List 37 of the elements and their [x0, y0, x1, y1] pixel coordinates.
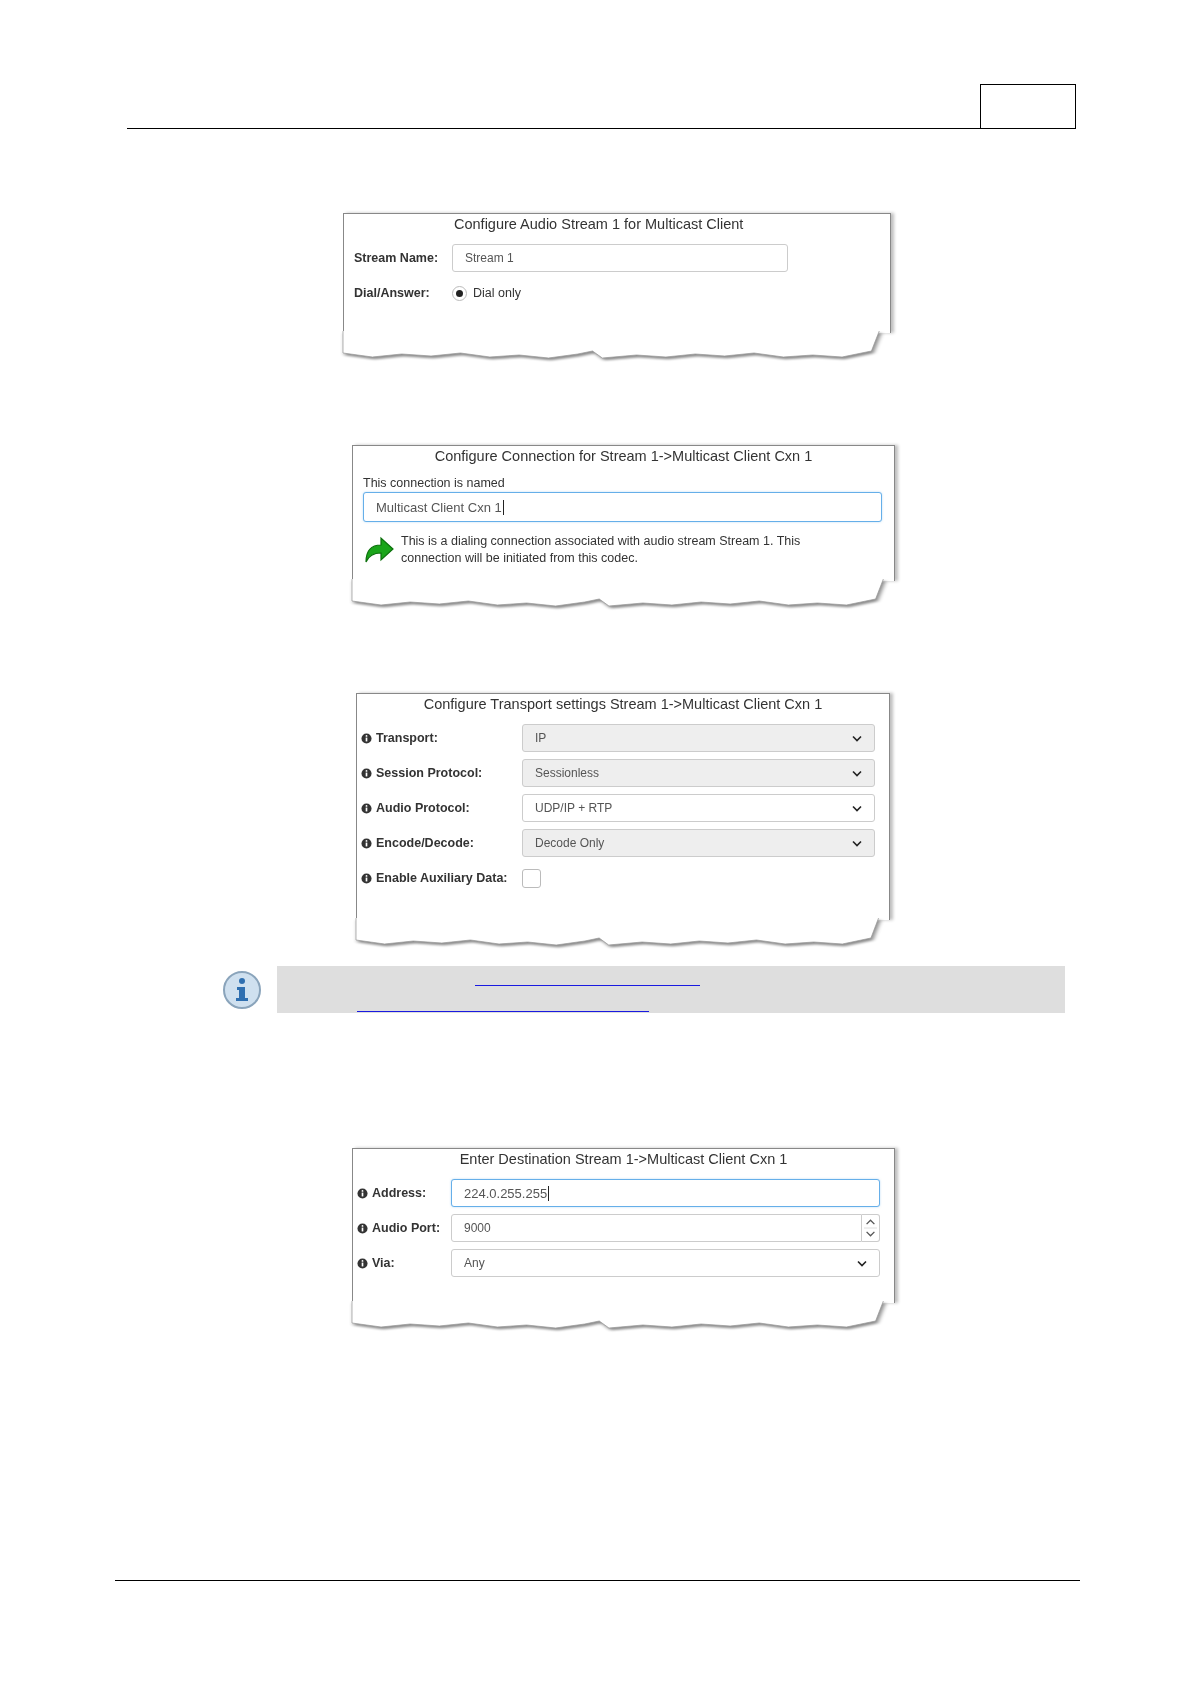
chevron-down-icon	[852, 734, 862, 742]
field-label: Audio Protocol:	[376, 801, 470, 815]
chevron-down-icon	[852, 839, 862, 847]
panel-title: Configure Transport settings Stream 1->Multicast Client Cxn 1	[422, 696, 824, 712]
info-icon[interactable]	[357, 1257, 368, 1269]
field-label: Session Protocol:	[376, 766, 483, 780]
info-icon[interactable]	[357, 1222, 368, 1234]
field-label: Enable Auxiliary Data:	[376, 871, 508, 885]
info-icon	[222, 969, 262, 1010]
panel-title: Configure Connection for Stream 1->Multicast Client Cxn 1	[433, 448, 814, 464]
connection-name-field[interactable]: Multicast Client Cxn 1	[363, 492, 882, 522]
chevron-down-icon	[852, 804, 862, 812]
text-field[interactable]: 224.0.255.255	[451, 1179, 880, 1207]
number-field[interactable]: 9000	[451, 1214, 862, 1242]
spinner-control[interactable]	[862, 1214, 880, 1242]
chevron-down-icon	[857, 1259, 867, 1267]
panel-title: Configure Audio Stream 1 for Multicast Client	[453, 216, 745, 232]
checkbox[interactable]	[522, 868, 541, 888]
chevron-down-icon	[852, 769, 862, 777]
field-label: Encode/Decode:	[376, 836, 474, 850]
info-icon[interactable]	[361, 872, 372, 884]
field-label: Dial/Answer:	[354, 286, 430, 300]
dropdown[interactable]: UDP/IP + RTP	[522, 794, 875, 822]
info-icon[interactable]	[357, 1187, 368, 1199]
field-label: Stream Name:	[354, 251, 439, 265]
field-label: Audio Port:	[372, 1221, 441, 1235]
arrow-icon	[363, 536, 395, 564]
panel-title: Enter Destination Stream 1->Multicast Client Cxn 1	[458, 1151, 789, 1167]
info-icon[interactable]	[361, 802, 372, 814]
field-label: Address:	[372, 1186, 427, 1200]
dropdown[interactable]: Any	[451, 1249, 880, 1277]
field-label: This connection is named	[363, 476, 506, 490]
field-label: Via:	[372, 1256, 395, 1270]
radio-label: Dial only	[473, 286, 521, 300]
text-field[interactable]: Stream 1	[452, 244, 788, 272]
field-label: Transport:	[376, 731, 438, 745]
note-text: This is a dialing connection associated with audio stream Stream 1. This connection will be initiated from this codec.	[401, 533, 802, 567]
